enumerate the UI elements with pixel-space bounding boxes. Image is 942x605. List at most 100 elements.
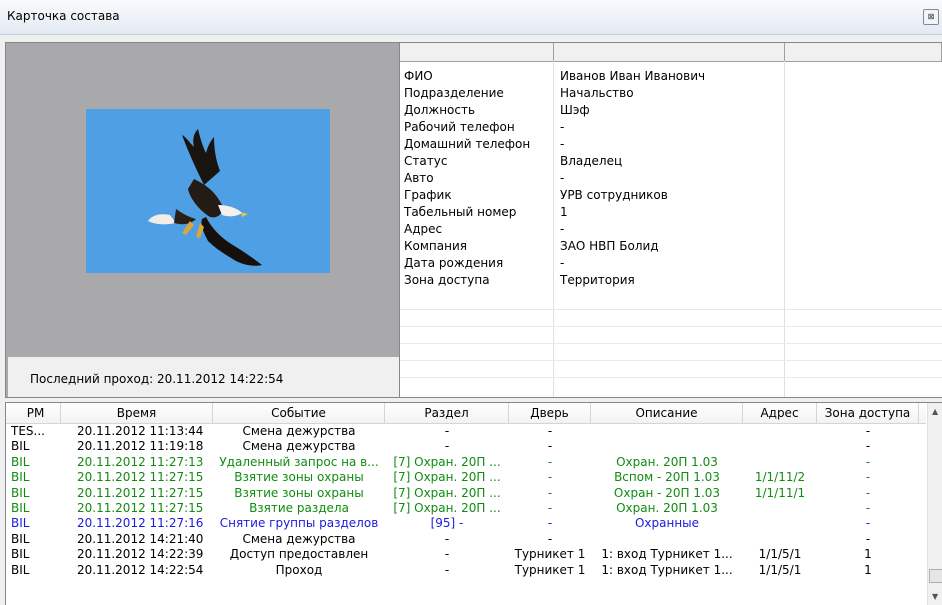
event-cell-section: - (444, 439, 450, 454)
event-row[interactable]: TES... 20.11.2012 11:13:44 Смена дежурства… (6, 424, 926, 439)
info-row-department: Подразделение Начальство (400, 86, 942, 100)
info-label: Подразделение (404, 86, 504, 100)
event-row[interactable]: BIL 20.11.2012 11:27:15 Взятие зоны охраны… (6, 470, 926, 485)
column-header-section[interactable]: Раздел (385, 403, 509, 423)
event-cell-time: 20.11.2012 14:21:40 (77, 531, 204, 546)
info-value: 1 (560, 205, 568, 219)
event-cell-access-zone: - (865, 531, 871, 546)
event-cell-event: Смена дежурства (242, 424, 356, 438)
events-header: РМ Время Событие Раздел Дверь Описание А… (6, 403, 926, 424)
event-cell-description (591, 439, 743, 454)
event-cell-section: - (444, 531, 450, 546)
event-cell-description: Вспом - 20П 1.03 (614, 470, 720, 485)
event-cell-address: 1/1/5/1 (758, 562, 802, 577)
column-header-access-zone[interactable]: Зона доступа (817, 403, 919, 423)
column-header-time[interactable]: Время (61, 403, 213, 423)
events-body: TES... 20.11.2012 11:13:44 Смена дежурства… (6, 424, 926, 578)
event-cell-address (743, 455, 817, 470)
info-label: Авто (404, 171, 434, 185)
grid-line (400, 377, 942, 378)
info-value: Шэф (560, 103, 590, 117)
info-value: ЗАО НВП Болид (560, 239, 659, 253)
event-cell-access-zone: - (865, 439, 871, 454)
close-button[interactable]: ⊠ (923, 9, 939, 25)
info-row-auto: Авто - (400, 171, 942, 185)
event-cell-address: 1/1/11/1 (754, 485, 806, 500)
column-header-description[interactable]: Описание (591, 403, 743, 423)
event-cell-description: Охран. 20П 1.03 (616, 454, 718, 469)
event-row[interactable]: BIL 20.11.2012 14:21:40 Смена дежурства - - - (6, 532, 926, 547)
info-value: - (560, 222, 565, 236)
event-cell-address (743, 424, 817, 439)
event-cell-event: Проход (275, 562, 323, 577)
info-label: Адрес (404, 222, 443, 236)
scroll-up-icon[interactable]: ▲ (932, 407, 938, 416)
info-value: - (560, 256, 565, 270)
event-cell-rm: BIL (11, 531, 30, 546)
event-cell-time: 20.11.2012 11:27:15 (77, 500, 204, 515)
event-cell-event: Удаленный запрос на в... (219, 454, 379, 469)
event-row[interactable]: BIL 20.11.2012 11:27:15 Взятие зоны охраны… (6, 486, 926, 501)
event-cell-description (591, 424, 743, 439)
photo-panel: Последний проход: 20.11.2012 14:22:54 (5, 42, 400, 398)
event-row[interactable]: BIL 20.11.2012 11:27:13 Удаленный запрос н… (6, 455, 926, 470)
info-row-company: Компания ЗАО НВП Болид (400, 239, 942, 253)
event-cell-time: 20.11.2012 14:22:54 (77, 562, 204, 577)
info-label: Рабочий телефон (404, 120, 515, 134)
info-label: Зона доступа (404, 273, 490, 287)
event-cell-description: Охран - 20П 1.03 (613, 485, 721, 500)
last-pass-area: Последний проход: 20.11.2012 14:22:54 (8, 357, 399, 397)
event-cell-rm: BIL (11, 470, 30, 485)
info-header-cell-2[interactable] (554, 43, 785, 61)
info-row-birthdate: Дата рождения - (400, 256, 942, 270)
info-value: - (560, 137, 565, 151)
person-info-grid: ФИО Иванов Иван Иванович Подразделение Н… (400, 42, 942, 398)
event-cell-event: Смена дежурства (242, 531, 356, 546)
event-cell-address (743, 516, 817, 531)
event-cell-address (743, 501, 817, 516)
column-header-door[interactable]: Дверь (509, 403, 591, 423)
event-row[interactable]: BIL 20.11.2012 11:27:15 Взятие раздела [7] … (6, 501, 926, 516)
info-header-cell-3[interactable] (785, 43, 942, 61)
event-cell-access-zone: - (865, 516, 871, 531)
event-cell-rm: TES... (11, 424, 45, 438)
info-row-status: Статус Владелец (400, 154, 942, 168)
event-cell-rm: BIL (11, 485, 30, 500)
event-cell-event: Взятие зоны охраны (234, 485, 364, 500)
event-cell-address: 1/1/5/1 (758, 547, 802, 562)
event-row[interactable]: BIL 20.11.2012 14:22:54 Проход - Турникет 1 1… (6, 563, 926, 578)
grid-line (400, 343, 942, 344)
event-row[interactable]: BIL 20.11.2012 14:22:39 Доступ предоставле… (6, 547, 926, 562)
column-header-event[interactable]: Событие (213, 403, 385, 423)
event-cell-door: - (547, 439, 553, 454)
info-value: Территория (560, 273, 635, 287)
event-cell-section: [7] Охран. 20П ... (393, 485, 501, 500)
scroll-down-icon[interactable]: ▼ (932, 592, 938, 601)
event-cell-address (743, 532, 817, 547)
event-cell-rm: BIL (11, 439, 30, 454)
column-header-address[interactable]: Адрес (743, 403, 817, 423)
event-cell-time: 20.11.2012 11:13:44 (77, 424, 204, 438)
info-header-cell-1[interactable] (400, 43, 554, 61)
info-value: - (560, 171, 565, 185)
event-cell-rm: BIL (11, 454, 30, 469)
event-cell-description: Охранные (634, 516, 700, 531)
event-cell-access-zone: 1 (864, 547, 872, 562)
eagle-icon (86, 109, 330, 273)
info-label: График (404, 188, 452, 202)
event-cell-door: - (547, 424, 553, 438)
events-scrollbar[interactable]: ▲ ▼ (927, 403, 942, 605)
grid-line (400, 309, 942, 310)
info-value: УРВ сотрудников (560, 188, 668, 202)
event-row[interactable]: BIL 20.11.2012 11:27:16 Снятие группы разд… (6, 516, 926, 531)
info-label: Табельный номер (404, 205, 517, 219)
column-header-rm[interactable]: РМ (6, 403, 61, 423)
event-cell-time: 20.11.2012 11:27:15 (77, 470, 204, 485)
event-cell-event: Снятие группы разделов (219, 516, 379, 531)
window-title: Карточка состава (7, 9, 120, 23)
event-cell-access-zone: - (865, 424, 871, 438)
scroll-thumb[interactable] (929, 569, 942, 583)
info-label: ФИО (404, 69, 433, 83)
event-row[interactable]: BIL 20.11.2012 11:19:18 Смена дежурства - - - (6, 439, 926, 454)
event-cell-access-zone: - (865, 454, 871, 469)
